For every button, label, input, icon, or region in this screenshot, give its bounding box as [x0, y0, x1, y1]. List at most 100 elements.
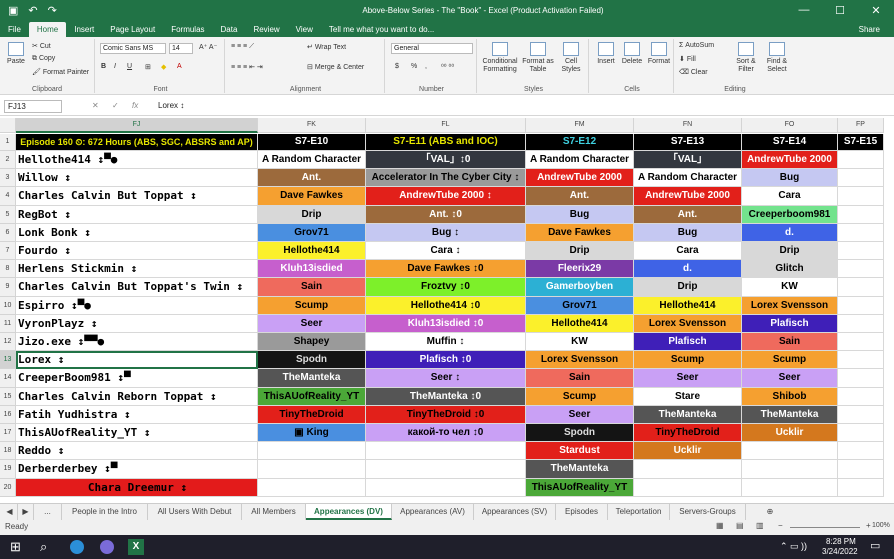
merge-center-button[interactable]: ⊟ Merge & Center — [307, 63, 364, 71]
appearance-cell-fm[interactable]: ThisAUofReality_YT — [526, 478, 634, 497]
appearance-cell-fm[interactable]: Stardust — [526, 442, 634, 461]
format-button[interactable]: Format — [645, 42, 673, 66]
font-color-icon[interactable]: A — [177, 63, 182, 70]
appearance-cell-fn[interactable]: d. — [634, 260, 742, 279]
appearance-cell-fm[interactable]: A Random Character — [526, 151, 634, 170]
column-header-fl[interactable]: FL — [366, 118, 526, 133]
row-header[interactable]: 15 — [0, 387, 16, 406]
appearance-cell-fn[interactable]: Cara — [634, 242, 742, 261]
appearance-cell-fo[interactable]: Lorex Svensson — [742, 296, 838, 315]
appearance-cell-fl[interactable]: какой-то чел ↕0 — [366, 424, 526, 443]
appearance-cell-fm[interactable]: Fleerix29 — [526, 260, 634, 279]
column-header-fo[interactable]: FO — [742, 118, 838, 133]
member-name-cell[interactable]: Lorex ↕ — [16, 351, 258, 370]
member-name-cell[interactable]: ThisAUofReality_YT ↕ — [16, 424, 258, 443]
member-name-cell[interactable]: Espirro ↕▀● — [16, 296, 258, 315]
italic-button[interactable]: I — [114, 63, 116, 70]
sheet-tab-episodes[interactable]: Episodes — [556, 504, 608, 520]
appearance-cell-fp[interactable] — [838, 442, 884, 461]
tab-formulas[interactable]: Formulas — [163, 22, 212, 37]
appearance-cell-fm[interactable]: Seer — [526, 405, 634, 424]
fill-color-icon[interactable]: ◆ — [161, 63, 166, 71]
tab-data[interactable]: Data — [213, 22, 246, 37]
appearance-cell-fk[interactable]: Scump — [258, 296, 366, 315]
sheet-tab-appearances-sv[interactable]: Appearances (SV) — [474, 504, 556, 520]
appearance-cell-fn[interactable]: Hellothe414 — [634, 296, 742, 315]
appearance-cell-fm[interactable]: Sain — [526, 369, 634, 388]
share-button[interactable]: Share — [859, 22, 894, 37]
column-header-fp[interactable]: FP — [838, 118, 884, 133]
sheet-tab-appearances-dv[interactable]: Appearances (DV) — [306, 504, 392, 520]
appearance-cell-fm[interactable]: Grov71 — [526, 296, 634, 315]
appearance-cell-fl[interactable] — [366, 442, 526, 461]
appearance-cell-fp[interactable] — [838, 169, 884, 188]
member-name-cell[interactable]: Lonk Bonk ↕ — [16, 223, 258, 242]
edge-browser-icon[interactable] — [70, 540, 84, 554]
row-header[interactable]: 1 — [0, 134, 16, 151]
appearance-cell-fl[interactable]: 「VAL」↕0 — [366, 151, 526, 170]
appearance-cell-fm[interactable]: Dave Fawkes — [526, 223, 634, 242]
member-name-cell[interactable]: Chara Dreemur ↕ — [16, 478, 258, 497]
appearance-cell-fp[interactable] — [838, 405, 884, 424]
appearance-cell-fm[interactable]: TheManteka — [526, 460, 634, 479]
appearance-cell-fk[interactable]: Spodn — [258, 351, 366, 370]
appearance-cell-fp[interactable] — [838, 296, 884, 315]
appearance-cell-fn[interactable]: AndrewTube 2000 — [634, 187, 742, 206]
appearance-cell-fm[interactable]: Scump — [526, 387, 634, 406]
appearance-cell-fk[interactable]: ThisAUofReality_YT — [258, 387, 366, 406]
percent-button[interactable]: % — [411, 63, 417, 70]
appearance-cell-fl[interactable]: AndrewTube 2000 ↕ — [366, 187, 526, 206]
appearance-cell-fo[interactable]: TheManteka — [742, 405, 838, 424]
member-name-cell[interactable]: Fatih Yudhistra ↕ — [16, 405, 258, 424]
close-button[interactable]: ✕ — [858, 4, 894, 17]
column-header-fk[interactable]: FK — [258, 118, 366, 133]
cell-styles-button[interactable]: Cell Styles — [557, 42, 585, 74]
zoom-out-icon[interactable]: − — [778, 521, 783, 530]
appearance-cell-fn[interactable]: Ant. — [634, 205, 742, 224]
appearance-cell-fl[interactable]: Froztvy ↕0 — [366, 278, 526, 297]
appearance-cell-fn[interactable] — [634, 460, 742, 479]
appearance-cell-fk[interactable]: Sain — [258, 278, 366, 297]
sheet-tab-teleportation[interactable]: Teleportation — [608, 504, 670, 520]
appearance-cell-fk[interactable] — [258, 460, 366, 479]
currency-button[interactable]: $ — [395, 63, 399, 70]
maximize-button[interactable]: ☐ — [822, 4, 858, 17]
member-name-cell[interactable]: Hellothe414 ↕▀● — [16, 151, 258, 170]
appearance-cell-fl[interactable]: Ant. ↕0 — [366, 205, 526, 224]
appearance-cell-fl[interactable]: Dave Fawkes ↕0 — [366, 260, 526, 279]
appearance-cell-fm[interactable]: Bug — [526, 205, 634, 224]
number-format-select[interactable]: General — [391, 43, 473, 54]
sheet-tab-servers-groups[interactable]: Servers-Groups — [670, 504, 746, 520]
row-header[interactable]: 4 — [0, 187, 16, 206]
appearance-cell-fo[interactable]: Bug — [742, 169, 838, 188]
row-header[interactable]: 14 — [0, 369, 16, 388]
appearance-cell-fo[interactable]: AndrewTube 2000 — [742, 151, 838, 170]
normal-view-icon[interactable]: ▦ — [716, 521, 724, 530]
tab-view[interactable]: View — [288, 22, 321, 37]
appearance-cell-fl[interactable]: Plafisch ↕0 — [366, 351, 526, 370]
redo-icon[interactable]: ↷ — [48, 4, 57, 17]
appearance-cell-fk[interactable]: Dave Fawkes — [258, 187, 366, 206]
appearance-cell-fn[interactable]: Lorex Svensson — [634, 314, 742, 333]
fill-button[interactable]: ⬇ Fill — [679, 55, 696, 63]
appearance-cell-fm[interactable]: KW — [526, 333, 634, 352]
appearance-cell-fm[interactable]: Spodn — [526, 424, 634, 443]
appearance-cell-fp[interactable] — [838, 369, 884, 388]
font-size-select[interactable]: 14 — [169, 43, 193, 54]
appearance-cell-fm[interactable]: Gamerboyben — [526, 278, 634, 297]
zoom-slider[interactable] — [790, 527, 860, 528]
appearance-cell-fn[interactable] — [634, 478, 742, 497]
undo-icon[interactable]: ↶ — [28, 4, 37, 17]
appearance-cell-fn[interactable]: Plafisch — [634, 333, 742, 352]
find-select-button[interactable]: Find & Select — [762, 42, 792, 74]
appearance-cell-fo[interactable]: d. — [742, 223, 838, 242]
header-cell-fp[interactable]: S7-E15 — [838, 134, 884, 151]
system-tray-icons[interactable]: ⌃ ▭ )) — [780, 541, 807, 552]
wrap-text-button[interactable]: ↵ Wrap Text — [307, 43, 346, 51]
appearance-cell-fp[interactable] — [838, 187, 884, 206]
delete-button[interactable]: Delete — [619, 42, 645, 66]
row-header[interactable]: 6 — [0, 223, 16, 242]
member-name-cell[interactable]: Reddo ↕ — [16, 442, 258, 461]
appearance-cell-fp[interactable] — [838, 223, 884, 242]
header-cell-fn[interactable]: S7-E13 — [634, 134, 742, 151]
